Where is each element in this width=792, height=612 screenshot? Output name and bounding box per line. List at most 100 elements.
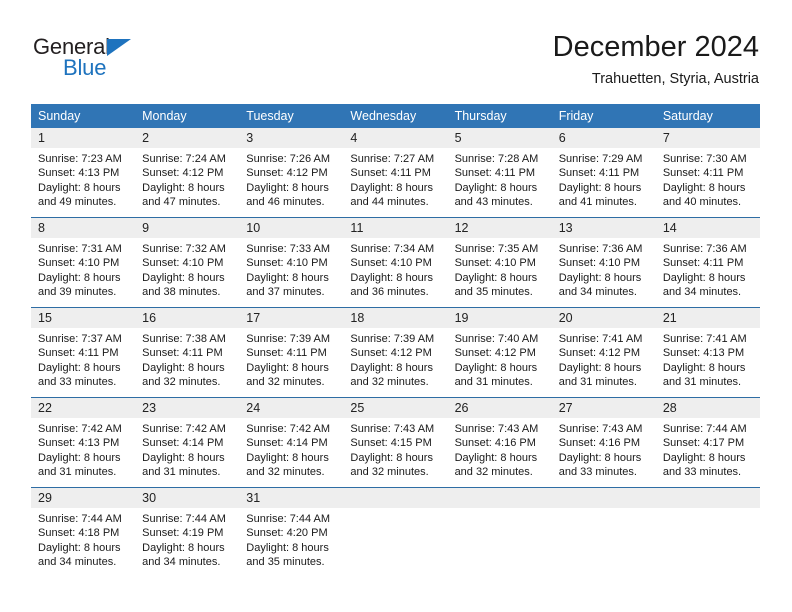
calendar-day-cell[interactable]: 28 Sunrise: 7:44 AM Sunset: 4:17 PM Dayligh… <box>655 397 760 488</box>
calendar-day-cell[interactable]: 16 Sunrise: 7:38 AM Sunset: 4:11 PM Dayligh… <box>135 307 240 398</box>
calendar-day-cell[interactable]: 13 Sunrise: 7:36 AM Sunset: 4:10 PM Dayligh… <box>551 217 656 308</box>
day-number: 9 <box>135 218 240 238</box>
calendar-day-cell[interactable]: 22 Sunrise: 7:42 AM Sunset: 4:13 PM Dayligh… <box>31 397 136 488</box>
day-number <box>655 488 760 508</box>
day-cell-inner: 27 Sunrise: 7:43 AM Sunset: 4:16 PM Dayligh… <box>551 398 656 487</box>
sunset-text: Sunset: 4:11 PM <box>662 257 744 270</box>
calendar-day-cell[interactable]: 17 Sunrise: 7:39 AM Sunset: 4:11 PM Dayligh… <box>239 307 344 398</box>
calendar-day-cell[interactable]: 8 Sunrise: 7:31 AM Sunset: 4:10 PM Daylight… <box>31 217 136 308</box>
calendar-day-cell[interactable] <box>343 487 448 577</box>
sunset-text: Sunset: 4:13 PM <box>38 167 120 180</box>
calendar-day-cell[interactable] <box>551 487 656 577</box>
day-number: 3 <box>239 128 344 148</box>
daylight-text-line2: and 49 minutes. <box>38 195 117 208</box>
daylight-text-line1: Daylight: 8 hours <box>246 361 329 374</box>
calendar-week-row: 8 Sunrise: 7:31 AM Sunset: 4:10 PM Daylight… <box>31 217 760 308</box>
sunset-text: Sunset: 4:14 PM <box>246 437 328 450</box>
day-number: 14 <box>655 218 760 238</box>
calendar-day-cell[interactable]: 9 Sunrise: 7:32 AM Sunset: 4:10 PM Daylight… <box>135 217 240 308</box>
day-number: 28 <box>655 398 760 418</box>
daylight-text-line1: Daylight: 8 hours <box>38 181 121 194</box>
daylight-text-line1: Daylight: 8 hours <box>662 181 746 194</box>
sunset-text: Sunset: 4:16 PM <box>454 437 536 450</box>
calendar-day-cell[interactable] <box>655 487 760 577</box>
general-blue-logo: General Blue <box>33 36 243 88</box>
sunrise-text: Sunrise: 7:23 AM <box>38 153 122 165</box>
day-info: Sunrise: 7:27 AM Sunset: 4:11 PM Daylight:… <box>343 148 447 209</box>
day-info: Sunrise: 7:31 AM Sunset: 4:10 PM Daylight:… <box>31 238 135 299</box>
page-header: General Blue December 2024 Trahuetten, S… <box>0 0 792 100</box>
sunrise-text: Sunrise: 7:30 AM <box>662 153 747 165</box>
calendar-day-cell[interactable]: 1 Sunrise: 7:23 AM Sunset: 4:13 PM Daylight… <box>31 128 136 218</box>
calendar-day-cell[interactable]: 14 Sunrise: 7:36 AM Sunset: 4:11 PM Dayligh… <box>655 217 760 308</box>
calendar-day-cell[interactable] <box>447 487 552 577</box>
day-number <box>551 488 656 508</box>
sunset-text: Sunset: 4:11 PM <box>142 347 223 360</box>
day-number: 1 <box>31 128 136 148</box>
day-info: Sunrise: 7:34 AM Sunset: 4:10 PM Daylight:… <box>343 238 447 299</box>
sunset-text: Sunset: 4:11 PM <box>246 347 327 360</box>
day-info: Sunrise: 7:43 AM Sunset: 4:16 PM Daylight:… <box>552 418 656 479</box>
day-cell-inner: 1 Sunrise: 7:23 AM Sunset: 4:13 PM Daylight… <box>31 128 136 217</box>
calendar-day-cell[interactable]: 21 Sunrise: 7:41 AM Sunset: 4:13 PM Dayligh… <box>655 307 760 398</box>
calendar-day-cell[interactable]: 10 Sunrise: 7:33 AM Sunset: 4:10 PM Dayligh… <box>239 217 344 308</box>
calendar-day-cell[interactable]: 6 Sunrise: 7:29 AM Sunset: 4:11 PM Daylight… <box>551 128 656 218</box>
day-info: Sunrise: 7:44 AM Sunset: 4:17 PM Daylight:… <box>656 418 760 479</box>
daylight-text-line2: and 31 minutes. <box>454 375 533 388</box>
day-info: Sunrise: 7:40 AM Sunset: 4:12 PM Daylight:… <box>448 328 552 389</box>
day-info <box>552 508 656 512</box>
day-number: 26 <box>447 398 552 418</box>
calendar-day-cell[interactable]: 31 Sunrise: 7:44 AM Sunset: 4:20 PM Dayligh… <box>239 487 344 577</box>
calendar-page: General Blue December 2024 Trahuetten, S… <box>0 0 792 612</box>
calendar-day-cell[interactable]: 26 Sunrise: 7:43 AM Sunset: 4:16 PM Dayligh… <box>447 397 552 488</box>
calendar-day-cell[interactable]: 27 Sunrise: 7:43 AM Sunset: 4:16 PM Dayligh… <box>551 397 656 488</box>
calendar-day-cell[interactable]: 2 Sunrise: 7:24 AM Sunset: 4:12 PM Daylight… <box>135 128 240 218</box>
day-info: Sunrise: 7:36 AM Sunset: 4:11 PM Daylight:… <box>656 238 760 299</box>
calendar-day-cell[interactable]: 25 Sunrise: 7:43 AM Sunset: 4:15 PM Dayligh… <box>343 397 448 488</box>
daylight-text-line2: and 31 minutes. <box>558 375 637 388</box>
sunrise-text: Sunrise: 7:42 AM <box>142 423 226 435</box>
sunrise-text: Sunrise: 7:29 AM <box>558 153 643 165</box>
day-number: 22 <box>31 398 136 418</box>
day-number: 8 <box>31 218 136 238</box>
sunrise-text: Sunrise: 7:36 AM <box>558 243 643 255</box>
logo-triangle-icon <box>107 39 131 56</box>
weekday-header-saturday: Saturday <box>655 104 760 128</box>
sunrise-text: Sunrise: 7:35 AM <box>454 243 539 255</box>
daylight-text-line2: and 32 minutes. <box>142 375 221 388</box>
daylight-text-line2: and 40 minutes. <box>662 195 742 208</box>
sunset-text: Sunset: 4:12 PM <box>142 167 224 180</box>
day-cell-inner: 31 Sunrise: 7:44 AM Sunset: 4:20 PM Dayligh… <box>239 488 344 577</box>
day-cell-inner: 30 Sunrise: 7:44 AM Sunset: 4:19 PM Dayligh… <box>135 488 240 577</box>
sunset-text: Sunset: 4:12 PM <box>558 347 641 360</box>
calendar-day-cell[interactable]: 12 Sunrise: 7:35 AM Sunset: 4:10 PM Dayligh… <box>447 217 552 308</box>
day-number: 27 <box>551 398 656 418</box>
sunset-text: Sunset: 4:10 PM <box>350 257 432 270</box>
daylight-text-line2: and 32 minutes. <box>350 465 429 478</box>
calendar-day-cell[interactable]: 23 Sunrise: 7:42 AM Sunset: 4:14 PM Dayligh… <box>135 397 240 488</box>
calendar-day-cell[interactable]: 30 Sunrise: 7:44 AM Sunset: 4:19 PM Dayligh… <box>135 487 240 577</box>
day-cell-inner: 24 Sunrise: 7:42 AM Sunset: 4:14 PM Dayligh… <box>239 398 344 487</box>
calendar-day-cell[interactable]: 7 Sunrise: 7:30 AM Sunset: 4:11 PM Daylight… <box>655 128 760 218</box>
day-cell-inner: 4 Sunrise: 7:27 AM Sunset: 4:11 PM Daylight… <box>343 128 448 217</box>
day-number: 12 <box>447 218 552 238</box>
calendar-day-cell[interactable]: 19 Sunrise: 7:40 AM Sunset: 4:12 PM Dayligh… <box>447 307 552 398</box>
calendar-day-cell[interactable]: 4 Sunrise: 7:27 AM Sunset: 4:11 PM Daylight… <box>343 128 448 218</box>
daylight-text-line1: Daylight: 8 hours <box>246 181 329 194</box>
calendar-day-cell[interactable]: 29 Sunrise: 7:44 AM Sunset: 4:18 PM Dayligh… <box>31 487 136 577</box>
sunrise-text: Sunrise: 7:39 AM <box>350 333 435 345</box>
calendar-day-cell[interactable]: 24 Sunrise: 7:42 AM Sunset: 4:14 PM Dayligh… <box>239 397 344 488</box>
day-number: 15 <box>31 308 136 328</box>
calendar-day-cell[interactable]: 11 Sunrise: 7:34 AM Sunset: 4:10 PM Dayligh… <box>343 217 448 308</box>
day-info: Sunrise: 7:32 AM Sunset: 4:10 PM Daylight:… <box>135 238 239 299</box>
calendar-day-cell[interactable]: 15 Sunrise: 7:37 AM Sunset: 4:11 PM Dayligh… <box>31 307 136 398</box>
day-info: Sunrise: 7:43 AM Sunset: 4:15 PM Daylight:… <box>343 418 447 479</box>
day-number: 2 <box>135 128 240 148</box>
calendar-day-cell[interactable]: 18 Sunrise: 7:39 AM Sunset: 4:12 PM Dayligh… <box>343 307 448 398</box>
calendar-day-cell[interactable]: 20 Sunrise: 7:41 AM Sunset: 4:12 PM Dayligh… <box>551 307 656 398</box>
calendar-day-cell[interactable]: 5 Sunrise: 7:28 AM Sunset: 4:11 PM Daylight… <box>447 128 552 218</box>
sunrise-text: Sunrise: 7:42 AM <box>38 423 122 435</box>
calendar-day-cell[interactable]: 3 Sunrise: 7:26 AM Sunset: 4:12 PM Daylight… <box>239 128 344 218</box>
day-cell-inner: 3 Sunrise: 7:26 AM Sunset: 4:12 PM Daylight… <box>239 128 344 217</box>
daylight-text-line1: Daylight: 8 hours <box>454 451 538 464</box>
